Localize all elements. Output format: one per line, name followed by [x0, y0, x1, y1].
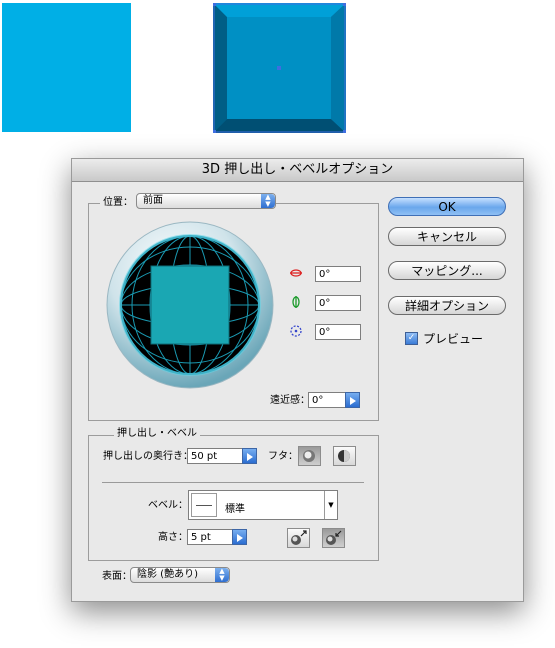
bevel-in-icon [326, 530, 342, 545]
y-axis-rotate-icon [290, 296, 302, 308]
dropdown-arrow-icon: ▼ [324, 491, 337, 519]
position-label: 位置： [100, 197, 136, 209]
bevel-out-icon [291, 530, 307, 545]
depth-field[interactable]: 50 pt [187, 448, 243, 464]
chevron-updown-icon: ▲ ▼ [261, 194, 275, 208]
height-field[interactable]: 5 pt [187, 529, 233, 545]
position-value: 前面 [143, 195, 163, 206]
bevel-value: 標準 [225, 504, 245, 515]
height-slider-button[interactable] [232, 529, 247, 545]
cap-on-icon [303, 450, 315, 462]
perspective-slider-button[interactable] [345, 392, 360, 408]
surface-select[interactable]: 陰影 (艶あり) ▲ ▼ [130, 567, 230, 583]
cap-on-button[interactable] [298, 446, 321, 466]
cap-off-button[interactable] [333, 446, 356, 466]
bevel-out-button[interactable] [287, 528, 310, 548]
x-rotation-field[interactable]: 0° [315, 266, 361, 282]
bevel-label: ベベル： [148, 500, 188, 511]
extrude-bevel-label: 押し出し・ベベル [114, 428, 200, 440]
depth-label: 押し出しの奥行き： [103, 451, 193, 462]
ok-button[interactable]: OK [388, 197, 506, 216]
chevron-updown-icon: ▲ ▼ [215, 568, 229, 582]
x-axis-rotate-icon [290, 267, 302, 279]
position-select[interactable]: 前面 ▲ ▼ [136, 193, 276, 209]
flat-square[interactable] [2, 3, 131, 132]
bevel-preview-icon [191, 493, 217, 517]
perspective-field[interactable]: 0° [308, 392, 346, 408]
mapping-button[interactable]: マッピング... [388, 261, 506, 280]
preview-checkbox[interactable]: ✓ [405, 332, 418, 345]
cancel-button[interactable]: キャンセル [388, 227, 506, 246]
z-rotation-field[interactable]: 0° [315, 324, 361, 340]
cap-label: フタ： [268, 451, 298, 462]
more-options-button[interactable]: 詳細オプション [388, 296, 506, 315]
surface-label: 表面： [102, 571, 132, 582]
perspective-label: 遠近感： [270, 395, 310, 406]
depth-slider-button[interactable] [242, 448, 257, 464]
preview-label: プレビュー [423, 332, 484, 346]
extruded-square[interactable] [213, 3, 346, 133]
section-divider [102, 482, 364, 483]
extrude-bevel-dialog: 3D 押し出し・ベベルオプション 位置： 前面 ▲ ▼ 0° 0° 0° 遠近感… [71, 158, 524, 602]
z-axis-rotate-icon [290, 325, 302, 337]
cap-off-icon [338, 450, 350, 462]
bevel-select[interactable]: 標準 ▼ [188, 490, 338, 520]
dialog-title: 3D 押し出し・ベベルオプション [72, 159, 523, 182]
rotation-trackball[interactable] [106, 221, 274, 389]
surface-value: 陰影 (艶あり) [137, 569, 198, 580]
bevel-in-button[interactable] [322, 528, 345, 548]
height-label: 高さ： [158, 532, 188, 543]
y-rotation-field[interactable]: 0° [315, 295, 361, 311]
